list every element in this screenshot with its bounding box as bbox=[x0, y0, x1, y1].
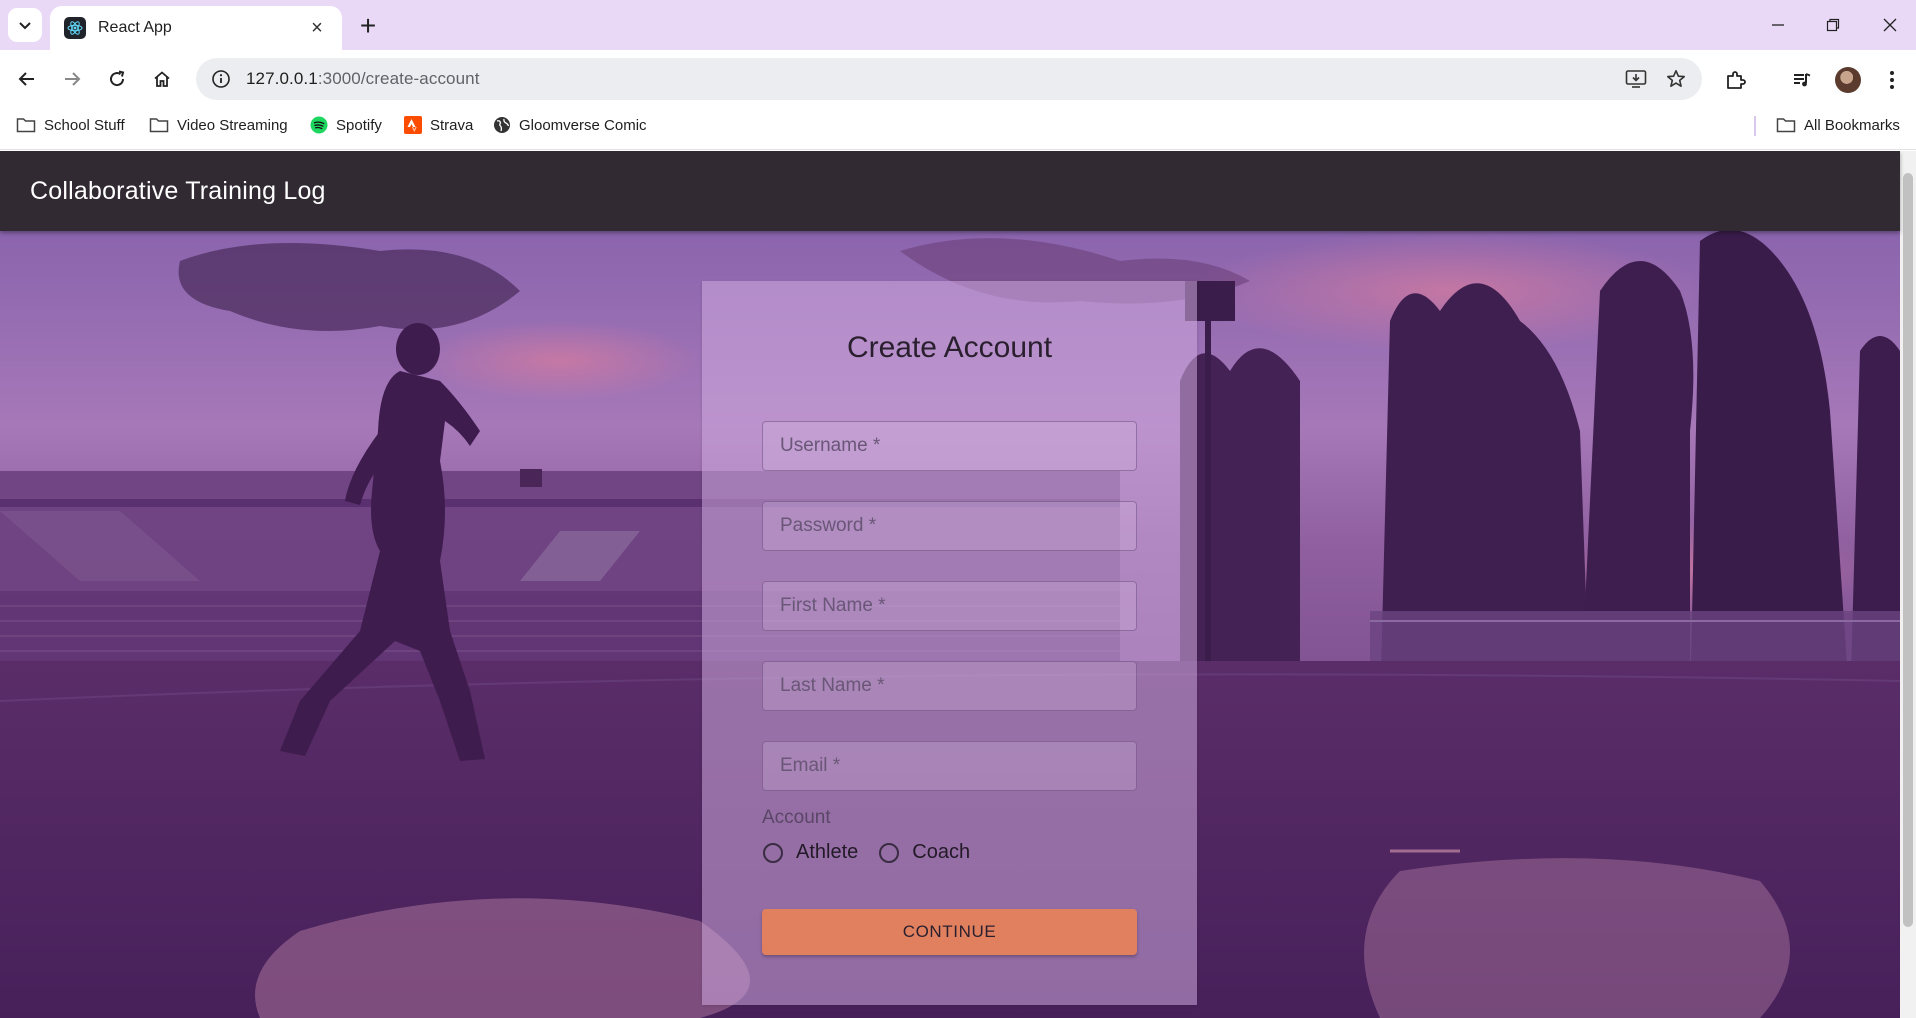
password-field[interactable] bbox=[762, 501, 1137, 551]
radio-athlete[interactable]: Athlete bbox=[762, 841, 858, 864]
bookmark-star-icon[interactable] bbox=[1656, 59, 1696, 99]
all-bookmarks-label: All Bookmarks bbox=[1804, 116, 1900, 134]
address-bar[interactable]: 127.0.0.1:3000/create-account bbox=[196, 58, 1702, 100]
kebab-menu-icon bbox=[1890, 71, 1894, 89]
extensions-button[interactable] bbox=[1718, 62, 1754, 98]
all-bookmarks-button[interactable]: All Bookmarks bbox=[1776, 108, 1900, 142]
forward-button[interactable] bbox=[55, 62, 89, 96]
install-app-icon[interactable] bbox=[1616, 59, 1656, 99]
puzzle-icon bbox=[1727, 71, 1746, 89]
url-host: 127.0.0.1 bbox=[246, 69, 318, 88]
new-tab-button[interactable]: + bbox=[352, 10, 384, 42]
first-name-input[interactable] bbox=[763, 582, 1136, 630]
account-type-label: Account bbox=[762, 807, 831, 828]
bookmark-spotify[interactable]: Spotify bbox=[310, 108, 382, 142]
bookmark-label: School Stuff bbox=[44, 116, 125, 134]
last-name-field[interactable] bbox=[762, 661, 1137, 711]
username-field[interactable] bbox=[762, 421, 1137, 471]
folder-icon bbox=[1776, 117, 1796, 133]
email-field[interactable] bbox=[762, 741, 1137, 791]
site-info-icon[interactable] bbox=[200, 58, 242, 100]
continue-button[interactable]: CONTINUE bbox=[762, 909, 1137, 955]
scrollbar-thumb[interactable] bbox=[1903, 173, 1913, 927]
restore-button[interactable] bbox=[1813, 8, 1853, 42]
profile-button[interactable] bbox=[1830, 62, 1866, 98]
reload-button[interactable] bbox=[100, 62, 134, 96]
account-type-radio-group: Athlete Coach bbox=[762, 841, 990, 864]
app-header: Collaborative Training Log bbox=[0, 151, 1900, 231]
bookmarks-bar: School Stuff Video Streaming Spotify Str… bbox=[0, 108, 1916, 150]
app-title: Collaborative Training Log bbox=[30, 177, 326, 205]
home-icon bbox=[154, 71, 170, 87]
form-title: Create Account bbox=[846, 331, 1053, 364]
media-control-button[interactable] bbox=[1784, 62, 1820, 98]
tab-title: React App bbox=[98, 19, 172, 36]
bookmark-label: Strava bbox=[430, 116, 474, 134]
browser-tabstrip: React App × + bbox=[0, 0, 1916, 50]
close-window-button[interactable] bbox=[1870, 8, 1910, 42]
bookmark-label: Video Streaming bbox=[177, 116, 288, 134]
bookmark-label: Gloomverse Comic bbox=[519, 116, 647, 134]
restore-icon bbox=[1826, 18, 1840, 32]
bookmark-strava[interactable]: Strava bbox=[404, 108, 473, 142]
tab-search-button[interactable] bbox=[8, 8, 42, 42]
back-button[interactable] bbox=[10, 62, 44, 96]
strava-icon bbox=[404, 116, 422, 134]
folder-icon bbox=[16, 117, 36, 133]
url-text[interactable]: 127.0.0.1:3000/create-account bbox=[246, 69, 1616, 89]
browser-toolbar: 127.0.0.1:3000/create-account bbox=[0, 50, 1916, 108]
menu-button[interactable] bbox=[1874, 62, 1910, 98]
playlist-icon bbox=[1794, 73, 1811, 87]
close-icon[interactable]: × bbox=[306, 17, 328, 39]
page-viewport: Collaborative Training Log Create Accoun… bbox=[0, 151, 1916, 1018]
url-path: :3000/create-account bbox=[317, 69, 480, 88]
username-input[interactable] bbox=[763, 422, 1136, 470]
create-account-card: Create Account Account Athlete Coach bbox=[702, 281, 1197, 1005]
minimize-button[interactable] bbox=[1758, 8, 1798, 42]
first-name-field[interactable] bbox=[762, 581, 1137, 631]
globe-icon bbox=[493, 116, 511, 134]
folder-icon bbox=[149, 117, 169, 133]
bookmark-video-streaming[interactable]: Video Streaming bbox=[149, 108, 288, 142]
reload-icon bbox=[110, 70, 125, 87]
react-logo-icon bbox=[64, 17, 86, 39]
radio-button-coach[interactable] bbox=[879, 842, 900, 863]
radio-coach[interactable]: Coach bbox=[878, 841, 970, 864]
bookmarks-divider bbox=[1754, 116, 1756, 136]
page-scrollbar[interactable] bbox=[1900, 151, 1916, 1018]
bookmark-label: Spotify bbox=[336, 116, 382, 134]
bookmark-gloomverse-comic[interactable]: Gloomverse Comic bbox=[493, 108, 647, 142]
arrow-right-icon bbox=[65, 72, 81, 86]
avatar bbox=[1835, 67, 1861, 93]
spotify-icon bbox=[310, 116, 328, 134]
browser-tab-active[interactable]: React App × bbox=[50, 6, 342, 50]
minimize-icon bbox=[1772, 24, 1784, 26]
bookmark-school-stuff[interactable]: School Stuff bbox=[16, 108, 125, 142]
last-name-input[interactable] bbox=[763, 662, 1136, 710]
password-input[interactable] bbox=[763, 502, 1136, 550]
chevron-down-icon bbox=[19, 22, 31, 30]
home-button[interactable] bbox=[145, 62, 179, 96]
radio-label-athlete: Athlete bbox=[796, 841, 859, 863]
radio-label-coach: Coach bbox=[912, 841, 971, 863]
email-input[interactable] bbox=[763, 742, 1136, 790]
close-icon bbox=[1883, 18, 1897, 32]
arrow-left-icon bbox=[18, 72, 34, 86]
radio-button-athlete[interactable] bbox=[763, 842, 783, 863]
